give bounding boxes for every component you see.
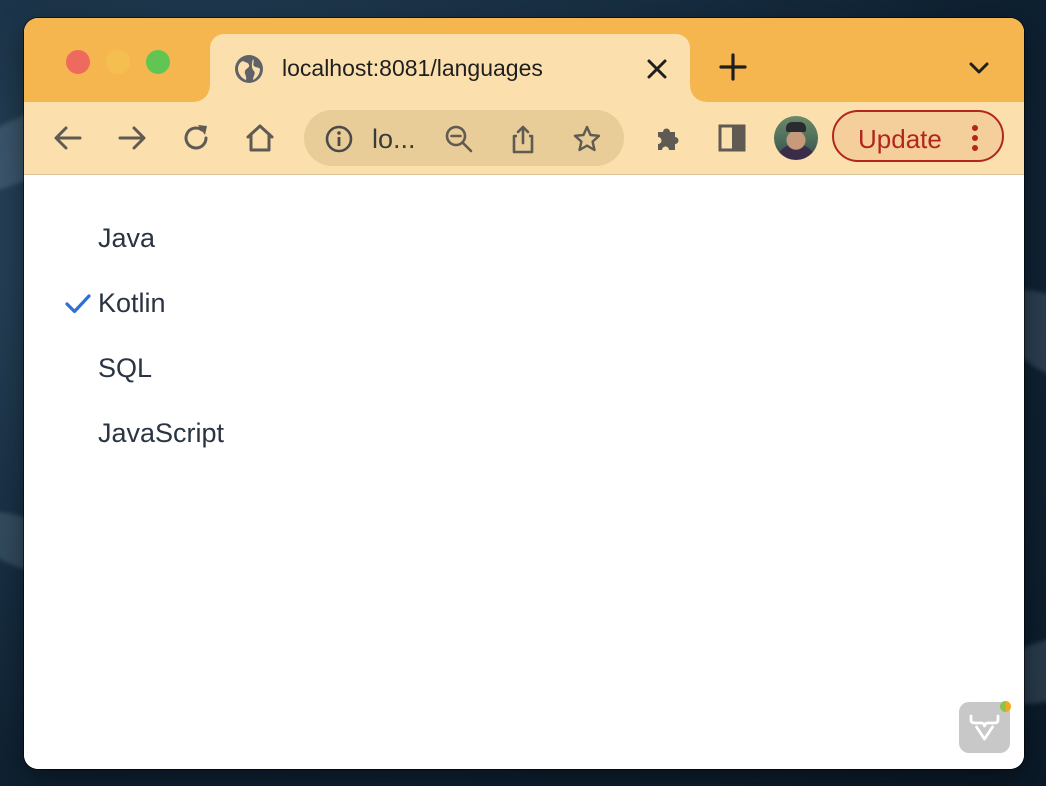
dev-status-dot <box>1000 701 1011 712</box>
url-text: lo... <box>372 124 416 154</box>
language-label: Kotlin <box>98 288 166 318</box>
star-icon[interactable] <box>572 124 602 154</box>
plus-icon[interactable] <box>718 52 748 82</box>
avatar[interactable] <box>774 116 818 160</box>
minimize-window-button[interactable] <box>106 50 130 74</box>
language-label: SQL <box>98 353 153 383</box>
zoom-out-icon[interactable] <box>444 124 474 154</box>
avatar-hat <box>786 122 806 132</box>
language-label: JavaScript <box>98 418 225 448</box>
info-icon[interactable] <box>324 124 354 154</box>
toolbar: lo... Update <box>24 102 1024 175</box>
share-icon[interactable] <box>508 124 538 154</box>
reload-icon[interactable] <box>178 120 214 156</box>
list-item-kotlin[interactable]: Kotlin <box>24 280 324 328</box>
close-window-button[interactable] <box>66 50 90 74</box>
list-item-java[interactable]: Java <box>24 215 324 263</box>
checkmark-icon <box>65 294 91 314</box>
title-bar: localhost:8081/languages <box>24 18 1024 102</box>
update-label: Update <box>858 124 942 154</box>
more-vertical-icon[interactable] <box>970 124 980 152</box>
tab-title: localhost:8081/languages <box>282 55 543 81</box>
side-panel-icon[interactable] <box>714 120 750 156</box>
globe-icon <box>235 55 263 83</box>
update-button[interactable]: Update <box>832 110 1004 162</box>
address-bar[interactable]: lo... <box>304 110 624 166</box>
list-item-javascript[interactable]: JavaScript <box>24 410 324 458</box>
home-icon[interactable] <box>242 120 278 156</box>
arrow-left-icon[interactable] <box>50 120 86 156</box>
arrow-right-icon[interactable] <box>114 120 150 156</box>
browser-window: localhost:8081/languages lo... Update Ja… <box>24 18 1024 769</box>
vaadin-logo-icon <box>969 714 1000 741</box>
puzzle-icon[interactable] <box>650 120 686 156</box>
tab-languages[interactable]: localhost:8081/languages <box>194 34 706 102</box>
page-content: Java Kotlin SQL JavaScript <box>24 175 1024 769</box>
chevron-down-icon[interactable] <box>966 56 992 80</box>
list-item-sql[interactable]: SQL <box>24 345 324 393</box>
zoom-window-button[interactable] <box>146 50 170 74</box>
language-label: Java <box>98 223 156 253</box>
close-icon[interactable] <box>644 56 670 82</box>
